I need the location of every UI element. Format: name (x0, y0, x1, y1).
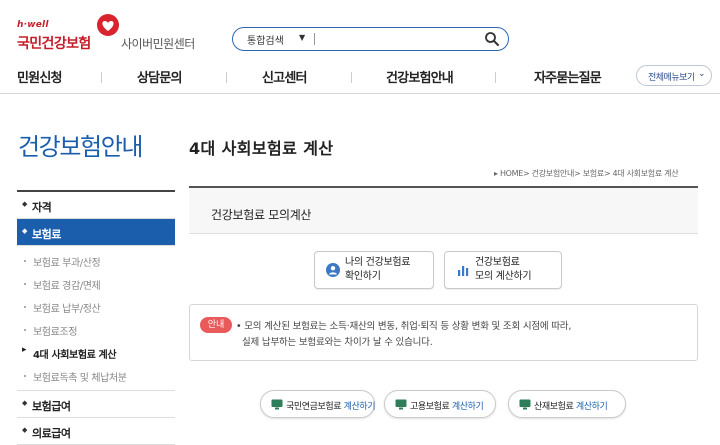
notice-text-line2: 실제 납부하는 보험료와는 차이가 날 수 있습니다. (242, 337, 433, 348)
bar-chart-icon (458, 266, 469, 276)
sidebar-submenu: 보험료 부과/산정 보험료 경감/면제 보험료 납부/정산 보험료조정 ▸ 4대… (17, 246, 175, 391)
sidebar-subitem[interactable]: 보험료독촉 및 체납처분 (17, 364, 175, 387)
sidebar-subitem[interactable]: 보험료 경감/면제 (17, 272, 175, 295)
search-icon[interactable] (484, 31, 500, 47)
diamond-bullet-icon: ◆ (22, 426, 27, 434)
user-icon (326, 263, 340, 277)
calc-target-name: 국민연금보험료 (286, 402, 342, 412)
calc-button-label: 산재보험료 계산하기 (534, 399, 608, 412)
section-title: 건강보험료 모의계산 (211, 208, 312, 222)
dot-bullet-icon (24, 260, 26, 262)
sidebar-item-eligibility[interactable]: ◆ 자격 (17, 192, 175, 219)
check-my-premium-button[interactable]: 나의 건강보험료 확인하기 (314, 251, 434, 289)
calc-target-name: 산재보험료 (534, 402, 574, 412)
nav-item-insurance-guide[interactable]: 건강보험안내 (386, 67, 454, 86)
monitor-icon (395, 399, 407, 410)
sidebar-subitem[interactable]: 보험료 부과/산정 (17, 249, 175, 272)
calc-target-name: 고용보험료 (410, 402, 450, 412)
heart-logo-icon[interactable] (96, 13, 120, 37)
calc-action-label: 계산하기 (451, 402, 484, 412)
button-label-line2: 확인하기 (345, 271, 381, 282)
nav-separator (495, 72, 496, 83)
dot-bullet-icon (24, 375, 26, 377)
button-label: 건강보험료 모의 계산하기 (475, 256, 532, 284)
sidebar-item-benefits[interactable]: ◆ 보험급여 (17, 391, 175, 418)
logo-subtitle[interactable]: 사이버민원센터 (121, 35, 195, 52)
logo-text[interactable]: 국민건강보험 (17, 33, 91, 53)
sidebar-item-label: 자격 (32, 201, 52, 214)
nav-separator (351, 72, 352, 83)
nav-item-consultation[interactable]: 상담문의 (137, 67, 182, 86)
sidebar-item-premium[interactable]: ◆ 보험료 (17, 219, 175, 246)
dot-bullet-icon (24, 283, 26, 285)
nav-item-report-center[interactable]: 신고센터 (262, 67, 307, 86)
button-label-line1: 나의 건강보험료 (345, 257, 411, 268)
button-label-line2: 모의 계산하기 (475, 271, 532, 282)
section-header: 건강보험료 모의계산 (189, 188, 698, 234)
sidebar-item-label: 보험료 (32, 228, 61, 241)
monitor-icon (519, 399, 531, 410)
search-divider (314, 33, 315, 45)
calc-action-label: 계산하기 (575, 402, 608, 412)
calc-button-label: 고용보험료 계산하기 (410, 399, 484, 412)
sidebar-subitem[interactable]: 보험료 납부/정산 (17, 295, 175, 318)
sidebar-item-medical-aid[interactable]: ◆ 의료급여 (17, 418, 175, 445)
sidebar-subitem-label: 보험료독촉 및 체납처분 (33, 373, 127, 384)
caret-down-icon[interactable]: ▼ (299, 33, 305, 42)
all-menu-button[interactable]: 전체메뉴보기 ⌄ (636, 65, 712, 86)
calc-action-label: 계산하기 (343, 402, 376, 412)
dot-bullet-icon (24, 329, 26, 331)
sidebar-subitem-label: 보험료 부과/산정 (33, 258, 101, 269)
button-label: 나의 건강보험료 확인하기 (345, 256, 410, 284)
calc-button-label: 국민연금보험료 계산하기 (286, 399, 376, 412)
diamond-bullet-icon: ◆ (22, 399, 27, 407)
arrow-right-icon: ▸ (22, 345, 27, 355)
monitor-icon (271, 399, 283, 410)
sidebar-subitem-label: 보험료 경감/면제 (33, 281, 101, 292)
sidebar-menu: ◆ 자격 ◆ 보험료 보험료 부과/산정 보험료 경감/면제 보험료 납부/정산… (17, 192, 175, 445)
page-title: 4대 사회보험료 계산 (189, 139, 334, 158)
sidebar-item-label: 의료급여 (32, 427, 71, 440)
notice-badge: 안내 (200, 317, 232, 333)
sidebar-subitem[interactable]: 보험료조정 (17, 318, 175, 341)
search-category-select[interactable]: 통합검색 (247, 32, 284, 47)
national-pension-calc-button[interactable]: 국민연금보험료 계산하기 (260, 390, 376, 418)
breadcrumb-text[interactable]: HOME> 건강보험안내> 보험료> 4대 사회보험료 계산 (500, 169, 679, 178)
nav-separator (101, 72, 102, 83)
nav-item-faq[interactable]: 자주묻는질문 (534, 67, 602, 86)
search-input[interactable] (319, 30, 479, 48)
breadcrumb: ▸ HOME> 건강보험안내> 보험료> 4대 사회보험료 계산 (494, 168, 679, 179)
all-menu-label: 전체메뉴보기 (648, 73, 695, 83)
chevron-down-icon: ⌄ (697, 69, 706, 79)
search-bar: 통합검색 ▼ (232, 27, 509, 51)
sidebar-item-label: 보험급여 (32, 400, 71, 413)
button-label-line1: 건강보험료 (475, 257, 520, 268)
premium-simulation-button[interactable]: 건강보험료 모의 계산하기 (444, 251, 562, 289)
nav-item-civil-request[interactable]: 민원신청 (17, 67, 62, 86)
diamond-bullet-icon: ◆ (22, 227, 27, 235)
sidebar-subitem-label: 4대 사회보험료 계산 (33, 350, 117, 361)
employment-insurance-calc-button[interactable]: 고용보험료 계산하기 (384, 390, 496, 418)
nav-separator (226, 72, 227, 83)
industrial-accident-calc-button[interactable]: 산재보험료 계산하기 (508, 390, 626, 418)
notice-text-line1: • 모의 계산된 보험료는 소득·재산의 변동, 취업·퇴직 등 상황 변화 및… (236, 321, 572, 332)
sidebar-title: 건강보험안내 (18, 133, 143, 161)
sidebar-subitem-label: 보험료 납부/정산 (33, 304, 101, 315)
sidebar-subitem-current[interactable]: ▸ 4대 사회보험료 계산 (17, 341, 175, 364)
logo-hwell-text[interactable]: h·well (17, 20, 49, 30)
main-navigation: 민원신청 상담문의 신고센터 건강보험안내 자주묻는질문 전체메뉴보기 ⌄ (0, 60, 720, 94)
dot-bullet-icon (24, 306, 26, 308)
sidebar-subitem-label: 보험료조정 (33, 327, 78, 338)
notice-box: 안내 • 모의 계산된 보험료는 소득·재산의 변동, 취업·퇴직 등 상황 변… (189, 304, 698, 361)
diamond-bullet-icon: ◆ (22, 200, 27, 208)
site-header: h·well 국민건강보험 사이버민원센터 통합검색 ▼ (0, 0, 720, 58)
